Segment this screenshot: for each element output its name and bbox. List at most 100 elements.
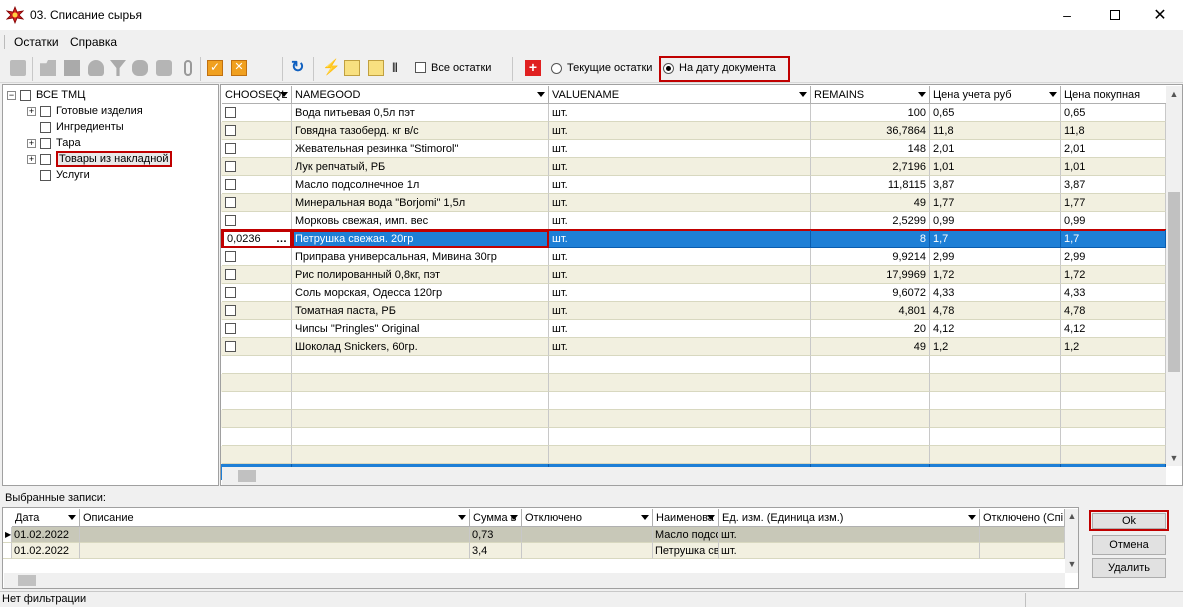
buy-cell[interactable]: 4,33 bbox=[1061, 284, 1166, 302]
row-checkbox[interactable] bbox=[225, 269, 236, 280]
unit-cell[interactable]: шт. bbox=[549, 320, 811, 338]
delete-button[interactable]: Удалить bbox=[1092, 558, 1166, 578]
scroll-down-icon[interactable]: ▼ bbox=[1166, 450, 1182, 466]
dropdown-arrow-icon[interactable] bbox=[799, 92, 807, 97]
tree-checkbox[interactable] bbox=[40, 153, 51, 165]
row-checkbox[interactable] bbox=[225, 251, 236, 262]
table-row[interactable]: Шоколад Snickers, 60гр. шт. 49 1,2 1,2 bbox=[221, 338, 1166, 356]
col-header-valuename[interactable]: VALUENAME bbox=[549, 86, 811, 104]
row-checkbox[interactable] bbox=[225, 125, 236, 136]
dropdown-arrow-icon[interactable] bbox=[918, 92, 926, 97]
tree-checkbox[interactable] bbox=[40, 169, 51, 181]
buy-cell[interactable]: 4,12 bbox=[1061, 320, 1166, 338]
cloud-icon[interactable] bbox=[88, 60, 104, 76]
col-header-buy-price[interactable]: Цена покупная bbox=[1061, 86, 1168, 104]
name-cell[interactable]: Вода питьевая 0,5л пэт bbox=[292, 104, 549, 122]
save-icon[interactable] bbox=[64, 60, 80, 76]
price-cell[interactable]: 3,87 bbox=[930, 176, 1061, 194]
choose-cell[interactable] bbox=[222, 302, 292, 320]
name-cell[interactable]: Масло подсолнечное 1л bbox=[292, 176, 549, 194]
barcode-icon[interactable]: ||| bbox=[392, 60, 408, 76]
row-checkbox[interactable] bbox=[225, 197, 236, 208]
row-checkbox[interactable] bbox=[225, 215, 236, 226]
tree-checkbox[interactable] bbox=[40, 137, 51, 149]
name-cell[interactable]: Масло подсо bbox=[653, 527, 719, 543]
buy-cell[interactable]: 11,8 bbox=[1061, 122, 1166, 140]
unit-cell[interactable]: шт. bbox=[549, 104, 811, 122]
close-button[interactable]: ✕ bbox=[1137, 0, 1183, 30]
row-checkbox[interactable] bbox=[225, 107, 236, 118]
table-row[interactable]: ▶ 01.02.2022 0,73 Масло подсо шт. bbox=[3, 527, 1065, 543]
price-cell[interactable]: 1,72 bbox=[930, 266, 1061, 284]
price-cell[interactable]: 1,77 bbox=[930, 194, 1061, 212]
choose-cell[interactable] bbox=[222, 104, 292, 122]
remains-cell[interactable]: 2,7196 bbox=[811, 158, 930, 176]
table-row[interactable]: Рис полированный 0,8кг, пэт шт. 17,9969 1,7… bbox=[221, 266, 1166, 284]
h-scroll-thumb[interactable] bbox=[238, 470, 256, 482]
choose-cell[interactable] bbox=[222, 212, 292, 230]
price-cell[interactable]: 0,65 bbox=[930, 104, 1061, 122]
price-cell[interactable]: 4,12 bbox=[930, 320, 1061, 338]
ellipsis-icon[interactable]: … bbox=[276, 233, 287, 245]
lightning-icon[interactable]: ⚡ bbox=[322, 60, 341, 76]
table-row[interactable]: Приправа универсальная, Мивина 30гр шт. 9,… bbox=[221, 248, 1166, 266]
scroll-up-icon[interactable]: ▲ bbox=[1065, 509, 1078, 523]
buy-cell[interactable]: 3,87 bbox=[1061, 176, 1166, 194]
table-row[interactable]: 01.02.2022 3,4 Петрушка св шт. bbox=[3, 543, 1065, 559]
sum-cell[interactable]: 0,73 bbox=[470, 527, 522, 543]
row-checkbox[interactable] bbox=[225, 323, 236, 334]
price-cell[interactable]: 1,2 bbox=[930, 338, 1061, 356]
row-checkbox[interactable] bbox=[225, 143, 236, 154]
dropdown-arrow-icon[interactable] bbox=[641, 515, 649, 520]
col-header-date[interactable]: Дата bbox=[12, 509, 80, 527]
price-cell[interactable]: 1,7 bbox=[930, 230, 1061, 248]
desc-cell[interactable] bbox=[80, 527, 470, 543]
choose-cell[interactable] bbox=[222, 194, 292, 212]
ok-button[interactable]: Ok bbox=[1092, 513, 1166, 529]
name-cell[interactable]: Лук репчатый, РБ bbox=[292, 158, 549, 176]
tree-item-ingredients[interactable]: Ингредиенты bbox=[40, 119, 124, 135]
buy-cell[interactable]: 1,77 bbox=[1061, 194, 1166, 212]
col-header-disabled-2[interactable]: Отключено (Спі bbox=[980, 509, 1065, 527]
hand-icon[interactable] bbox=[132, 60, 148, 76]
buy-cell[interactable]: 1,7 bbox=[1061, 230, 1166, 248]
tree-item-invoice-goods[interactable]: + Товары из накладной bbox=[27, 151, 172, 167]
table-row[interactable]: Томатная паста, РБ шт. 4,801 4,78 4,78 bbox=[221, 302, 1166, 320]
cancel-button[interactable]: Отмена bbox=[1092, 535, 1166, 555]
choose-cell[interactable] bbox=[222, 158, 292, 176]
uncheck-all-icon[interactable]: ✕ bbox=[231, 60, 247, 76]
unit-cell[interactable]: шт. bbox=[549, 158, 811, 176]
add-icon[interactable]: + bbox=[525, 60, 541, 76]
new-folder-icon[interactable] bbox=[10, 60, 26, 76]
remains-cell[interactable]: 2,5299 bbox=[811, 212, 930, 230]
col-header-description[interactable]: Описание bbox=[80, 509, 470, 527]
dropdown-arrow-icon[interactable] bbox=[1049, 92, 1057, 97]
table-row[interactable]: Масло подсолнечное 1л шт. 11,8115 3,87 3,87 bbox=[221, 176, 1166, 194]
collapse-icon[interactable]: − bbox=[7, 90, 16, 100]
dropdown-arrow-icon[interactable] bbox=[280, 92, 288, 97]
price-cell[interactable]: 11,8 bbox=[930, 122, 1061, 140]
col-header-disabled[interactable]: Отключено bbox=[522, 509, 653, 527]
expand-icon[interactable]: + bbox=[27, 138, 36, 148]
remains-cell[interactable]: 100 bbox=[811, 104, 930, 122]
name-cell[interactable]: Петрушка свежая. 20гр bbox=[292, 230, 549, 248]
bottom-vertical-scrollbar[interactable]: ▲ ▼ bbox=[1065, 509, 1078, 573]
scroll-up-icon[interactable]: ▲ bbox=[1166, 86, 1182, 102]
buy-cell[interactable]: 0,99 bbox=[1061, 212, 1166, 230]
tree-root[interactable]: − ВСЕ ТМЦ bbox=[7, 87, 85, 103]
remains-cell[interactable]: 11,8115 bbox=[811, 176, 930, 194]
unit-cell[interactable]: шт. bbox=[549, 140, 811, 158]
col-header-name[interactable]: Наименова bbox=[653, 509, 719, 527]
choose-cell[interactable] bbox=[222, 338, 292, 356]
tree-item-tara[interactable]: + Тара bbox=[27, 135, 81, 151]
buy-cell[interactable]: 2,01 bbox=[1061, 140, 1166, 158]
table-row[interactable]: Морковь свежая, имп. вес шт. 2,5299 0,99 0,9… bbox=[221, 212, 1166, 230]
table-row[interactable]: Минеральная вода "Borjomi" 1,5л шт. 49 1,77… bbox=[221, 194, 1166, 212]
vertical-scrollbar[interactable]: ▲ ▼ bbox=[1166, 86, 1182, 466]
dropdown-arrow-icon[interactable] bbox=[707, 515, 715, 520]
expand-icon[interactable]: + bbox=[27, 106, 36, 116]
dropdown-arrow-icon[interactable] bbox=[968, 515, 976, 520]
buy-cell[interactable]: 0,65 bbox=[1061, 104, 1166, 122]
col-header-sum[interactable]: Сумма в bbox=[470, 509, 522, 527]
name-cell[interactable]: Петрушка св bbox=[653, 543, 719, 559]
